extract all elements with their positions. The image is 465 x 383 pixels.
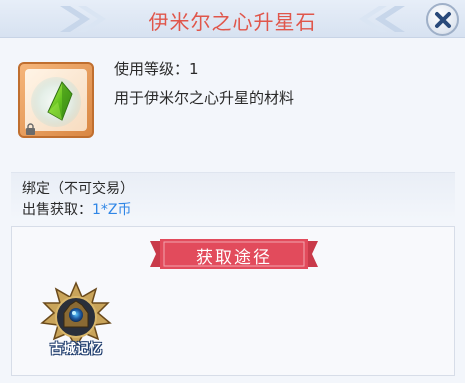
source-item-label: 古城记忆: [49, 342, 102, 357]
sell-price-value: 1*Z币: [92, 202, 132, 218]
lock-icon: [26, 123, 35, 135]
green-star-gem-icon: [31, 77, 81, 127]
item-description: 用于伊米尔之心升星的材料: [114, 89, 295, 107]
item-icon-frame[interactable]: [18, 62, 94, 138]
bind-status-text: 绑定（不可交易）: [22, 181, 134, 197]
acquire-source-title: 获取途径: [196, 248, 272, 268]
close-icon: [434, 11, 451, 28]
use-level-text: 使用等级：1: [114, 60, 199, 78]
close-button[interactable]: [426, 3, 459, 36]
item-title: 伊米尔之心升星石: [148, 10, 317, 34]
title-bar: 伊米尔之心升星石: [0, 0, 465, 38]
item-detail-panel: 伊米尔之心升星石 使用等级：1 用于伊米尔之心升星的材料 绑定（不可交易） 出售…: [0, 0, 465, 383]
sell-price-line: 出售获取：1*Z币: [22, 199, 132, 219]
sell-price-label: 出售获取：: [22, 202, 92, 218]
